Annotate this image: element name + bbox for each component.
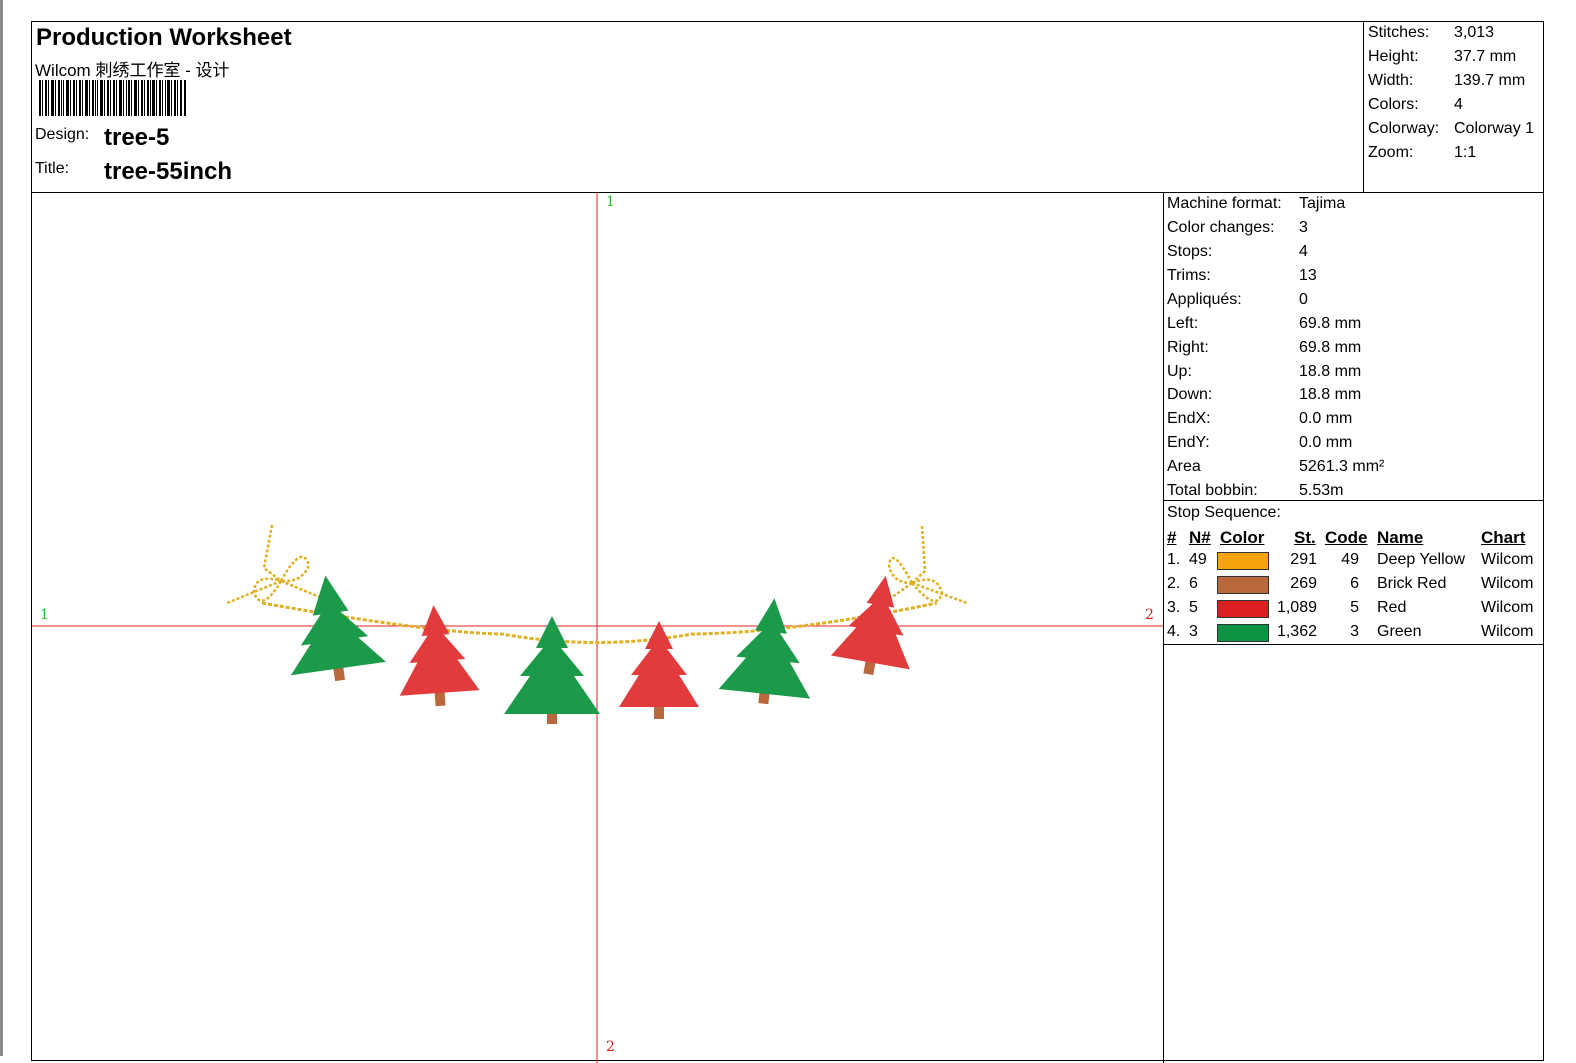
tree-green xyxy=(718,598,811,705)
stop-row: 3. 5 1,089 5 Red Wilcom xyxy=(1167,599,1534,618)
col-header-st: St. xyxy=(1294,528,1316,547)
tree-red xyxy=(399,605,480,707)
title-value: tree-55inch xyxy=(104,158,233,185)
machine-stats: Machine format: Tajima Color changes: 3 St… xyxy=(1164,193,1543,501)
col-header-color: Color xyxy=(1220,528,1265,547)
col-header-name: Name xyxy=(1377,528,1424,547)
design-preview: 1 2 1 2 xyxy=(32,193,1164,1063)
worksheet-header: Production Worksheet Wilcom 刺绣工作室 - 设计 D… xyxy=(32,22,1543,193)
design-preview-svg xyxy=(32,193,1163,1063)
summary-box: Stitches: 3,013 Height: 37.7 mm Width: 139.… xyxy=(1363,22,1544,192)
stop-sequence-title: Stop Sequence: xyxy=(1167,504,1281,521)
software-subtitle: Wilcom 刺绣工作室 - 设计 xyxy=(35,61,230,80)
col-header-num: # xyxy=(1167,528,1177,547)
right-bow xyxy=(883,525,968,605)
stop-row: 4. 3 1,362 3 Green Wilcom xyxy=(1167,623,1534,642)
left-bow xyxy=(226,524,323,605)
title-label: Title: xyxy=(35,160,70,177)
worksheet: Production Worksheet Wilcom 刺绣工作室 - 设计 D… xyxy=(31,21,1544,1063)
tree-green xyxy=(290,575,386,682)
axis-marker-top: 1 xyxy=(606,194,615,210)
stop-sequence: Stop Sequence: # N# Color St. Code Name … xyxy=(1164,501,1543,645)
design-label: Design: xyxy=(35,126,90,143)
col-header-chart: Chart xyxy=(1481,528,1526,547)
page-title: Production Worksheet xyxy=(36,24,292,51)
color-swatch xyxy=(1217,624,1269,642)
stop-row: 1. 49 291 49 Deep Yellow Wilcom xyxy=(1167,551,1534,570)
color-swatch xyxy=(1217,576,1269,594)
barcode-icon xyxy=(39,80,186,116)
tree-red xyxy=(831,575,910,676)
stop-row: 2. 6 269 6 Brick Red Wilcom xyxy=(1167,575,1534,594)
axis-marker-bottom: 2 xyxy=(606,1039,615,1055)
col-header-n: N# xyxy=(1189,528,1211,547)
page-left-border xyxy=(0,0,3,1056)
tree-green xyxy=(504,616,600,724)
color-swatch xyxy=(1217,600,1269,618)
axis-marker-left: 1 xyxy=(40,607,49,623)
info-panel: Machine format: Tajima Color changes: 3 St… xyxy=(1164,193,1543,1063)
col-header-code: Code xyxy=(1325,528,1368,547)
design-value: tree-5 xyxy=(104,124,170,151)
color-swatch xyxy=(1217,552,1269,570)
axis-marker-right: 2 xyxy=(1145,607,1154,623)
